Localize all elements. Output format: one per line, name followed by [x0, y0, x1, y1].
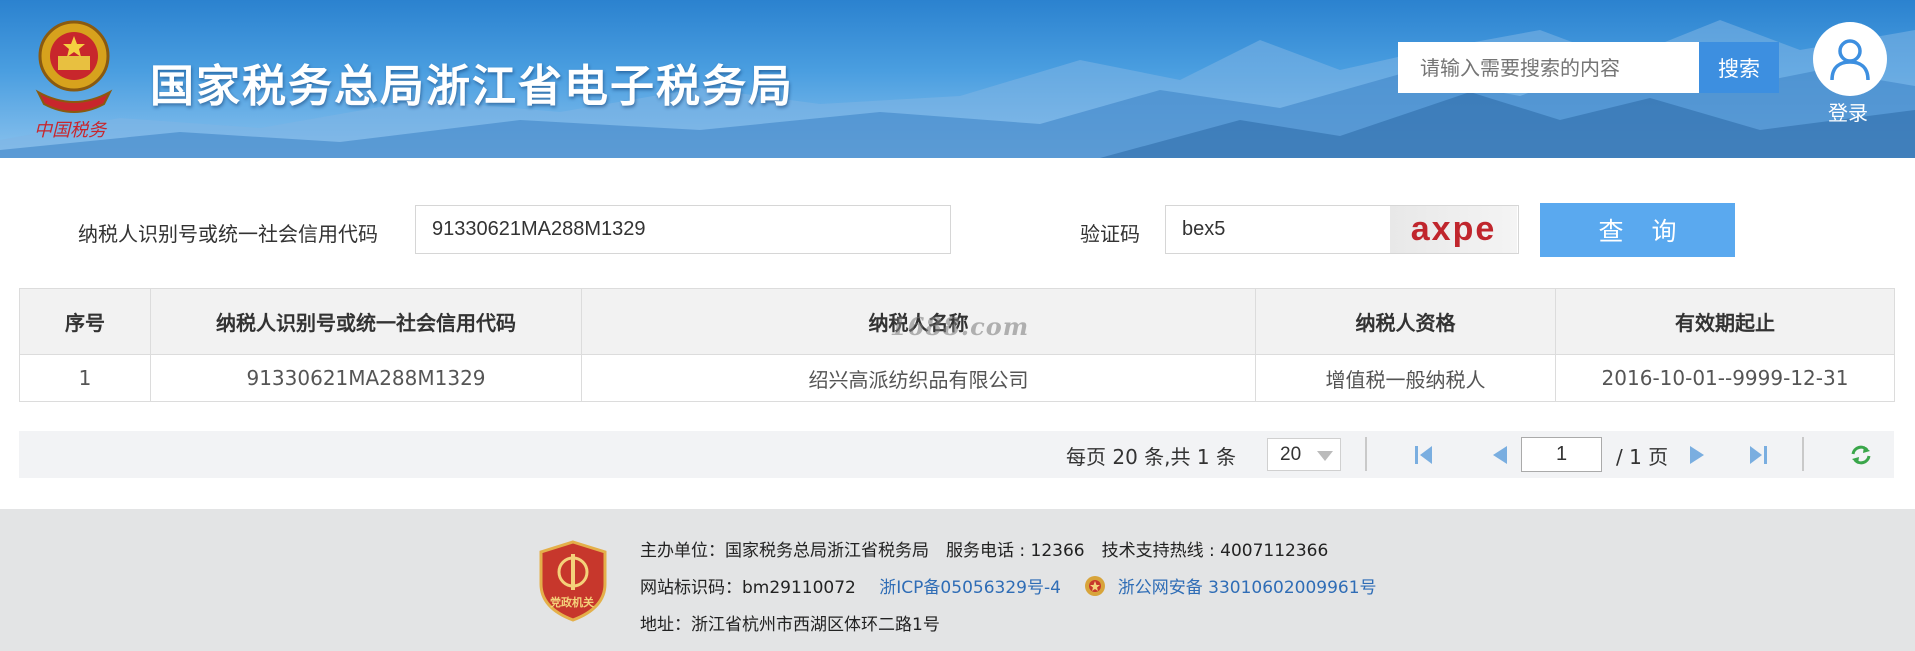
search-input[interactable] — [1398, 42, 1699, 93]
pagination-bar: 每页 20 条,共 1 条 20 1 / 1 页 — [19, 431, 1894, 478]
footer: 党政机关 主办单位：国家税务总局浙江省税务局 服务电话 : 12366 技术支持… — [0, 509, 1915, 651]
captcha-image-text: axpe — [1410, 210, 1497, 248]
user-icon — [1830, 39, 1870, 81]
taxpayer-id-input[interactable] — [415, 205, 951, 254]
search-button[interactable]: 搜索 — [1699, 42, 1779, 93]
header-banner: 中国税务 国家税务总局浙江省电子税务局 搜索 登录 — [0, 0, 1915, 158]
cell-index: 1 — [19, 354, 151, 402]
cell-qualification: 增值税一般纳税人 — [1255, 354, 1556, 402]
watermark: 1688.com — [890, 312, 1030, 341]
police-record-link[interactable]: 浙公网安备 33010602009961号 — [1118, 578, 1377, 598]
pager-divider — [1365, 437, 1367, 471]
query-button[interactable]: 查 询 — [1540, 203, 1735, 257]
badge-text: 党政机关 — [550, 596, 594, 609]
footer-registration-line: 网站标识码：bm29110072 浙ICP备05056329号-4 浙公网安备 … — [640, 573, 1377, 598]
tax-seal-text: 中国税务 — [34, 120, 106, 141]
login-link[interactable]: 登录 — [1828, 97, 1868, 126]
icp-link[interactable]: 浙ICP备05056329号-4 — [879, 578, 1061, 598]
last-page-icon[interactable] — [1746, 443, 1770, 467]
cell-validity: 2016-10-01--9999-12-31 — [1555, 354, 1895, 402]
government-badge-logo[interactable]: 党政机关 — [538, 540, 608, 622]
column-header-qualification: 纳税人资格 — [1255, 288, 1556, 355]
result-table: 序号 纳税人识别号或统一社会信用代码 纳税人名称 纳税人资格 有效期起止 1 9… — [19, 288, 1895, 402]
chevron-down-icon — [1317, 451, 1333, 461]
pagination-summary: 每页 20 条,共 1 条 — [1066, 445, 1236, 469]
captcha-label: 验证码 — [1080, 222, 1140, 246]
footer-organizer-line: 主办单位：国家税务总局浙江省税务局 服务电话 : 12366 技术支持热线 : … — [640, 541, 1329, 561]
first-page-icon[interactable] — [1412, 443, 1436, 467]
table-row: 1 91330621MA288M1329 绍兴高派纺织品有限公司 增值税一般纳税… — [19, 354, 1895, 402]
site-title: 国家税务总局浙江省电子税务局 — [150, 61, 794, 112]
captcha-image[interactable]: axpe — [1390, 206, 1517, 253]
total-pages-label: / 1 页 — [1616, 445, 1669, 469]
user-avatar[interactable] — [1813, 22, 1887, 96]
page-size-select[interactable]: 20 — [1267, 438, 1341, 471]
column-header-taxpayer-id: 纳税人识别号或统一社会信用代码 — [150, 288, 582, 355]
current-page-input[interactable]: 1 — [1521, 437, 1602, 472]
page-size-value: 20 — [1280, 444, 1302, 465]
next-page-icon[interactable] — [1686, 443, 1710, 467]
pager-divider — [1802, 437, 1804, 471]
refresh-icon[interactable] — [1849, 443, 1873, 467]
column-header-validity: 有效期起止 — [1555, 288, 1895, 355]
previous-page-icon[interactable] — [1487, 443, 1511, 467]
column-header-index: 序号 — [19, 288, 151, 355]
taxpayer-id-label: 纳税人识别号或统一社会信用代码 — [78, 222, 378, 246]
national-emblem-logo: 中国税务 — [24, 12, 124, 142]
police-badge-icon — [1085, 576, 1106, 596]
cell-taxpayer-id: 91330621MA288M1329 — [150, 354, 582, 402]
cell-taxpayer-name: 绍兴高派纺织品有限公司 — [581, 354, 1256, 402]
site-id: 网站标识码：bm29110072 — [640, 578, 856, 598]
footer-address: 地址：浙江省杭州市西湖区体环二路1号 — [640, 615, 940, 635]
